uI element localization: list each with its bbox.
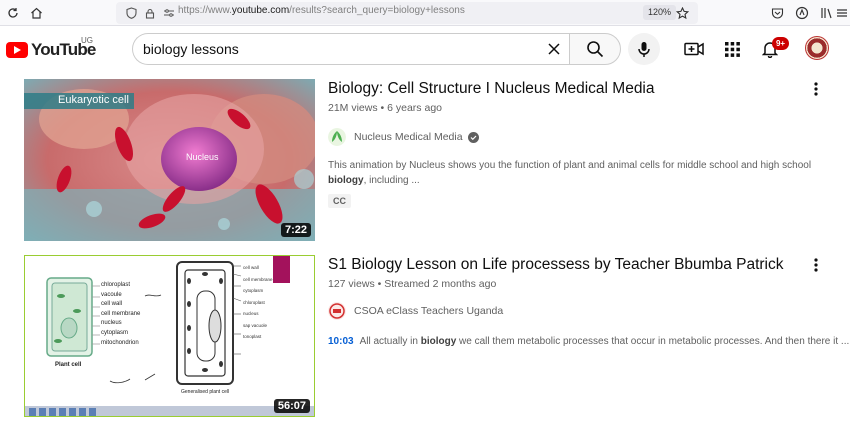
library-icon[interactable] <box>817 4 835 22</box>
search-button[interactable] <box>569 33 621 65</box>
video-description: This animation by Nucleus shows you the … <box>328 160 812 186</box>
shield-icon[interactable] <box>122 4 140 22</box>
home-icon[interactable] <box>27 4 45 22</box>
microphone-icon <box>638 41 650 57</box>
youtube-play-icon <box>6 42 28 58</box>
lock-icon[interactable] <box>141 4 159 22</box>
thumbnail-right-labels: cell wall cell membrane cytoplasm chloro… <box>243 265 273 339</box>
video-info: S1 Biology Lesson on Life processess by … <box>328 255 849 349</box>
more-actions-icon[interactable] <box>808 79 824 99</box>
clear-search-icon[interactable] <box>546 41 562 57</box>
video-thumbnail[interactable]: Eukaryotic cell Nucleus 7:22 <box>24 79 315 241</box>
user-avatar[interactable] <box>805 36 829 60</box>
search-input[interactable] <box>143 41 533 57</box>
bookmark-star-icon[interactable] <box>673 4 691 22</box>
thumbnail-caption: Plant cell <box>55 362 82 368</box>
more-actions-icon[interactable] <box>808 255 824 275</box>
menu-icon[interactable] <box>835 4 849 22</box>
search-box <box>132 33 570 65</box>
channel-avatar[interactable] <box>328 128 346 146</box>
country-code: UG <box>81 36 93 45</box>
upload-age: Streamed 2 months ago <box>384 278 497 290</box>
video-thumbnail[interactable]: chloroplast vacoule cell wall cell membr… <box>24 255 315 417</box>
video-info: Biology: Cell Structure I Nucleus Medica… <box>328 79 828 209</box>
video-description: 10:03 All actually in biology we call the… <box>328 336 850 347</box>
video-duration: 7:22 <box>280 223 311 237</box>
url-text[interactable]: https://www.youtube.com/results?search_q… <box>178 5 465 16</box>
verified-check-icon <box>467 131 479 143</box>
video-metadata: 127 views • Streamed 2 months ago <box>328 278 497 290</box>
channel-row[interactable]: CSOA eClass Teachers Uganda <box>328 302 828 320</box>
view-count: 127 views <box>328 278 375 290</box>
channel-name[interactable]: CSOA eClass Teachers Uganda <box>354 305 503 317</box>
channel-row[interactable]: Nucleus Medical Media <box>328 128 828 146</box>
video-title[interactable]: S1 Biology Lesson on Life processess by … <box>328 255 828 275</box>
chapter-timestamp[interactable]: 10:03 <box>328 336 354 347</box>
create-video-icon[interactable] <box>683 38 705 60</box>
permissions-icon[interactable] <box>160 4 178 22</box>
thumbnail-label: Eukaryotic cell <box>58 94 129 106</box>
view-count: 21M views <box>328 102 378 114</box>
voice-search-button[interactable] <box>628 33 660 65</box>
account-sync-icon[interactable] <box>793 4 811 22</box>
youtube-header: YouTube UG 9+ <box>0 26 850 72</box>
browser-toolbar: https://www.youtube.com/results?search_q… <box>0 0 850 26</box>
search-icon <box>587 41 604 58</box>
video-result[interactable]: Eukaryotic cell Nucleus 7:22 Biology: Ce… <box>24 79 834 241</box>
notification-count-badge: 9+ <box>772 37 789 50</box>
video-duration: 56:07 <box>273 399 310 413</box>
reload-icon[interactable] <box>4 4 22 22</box>
channel-name[interactable]: Nucleus Medical Media <box>354 131 463 143</box>
channel-avatar[interactable] <box>328 302 346 320</box>
thumbnail-inner-label: Nucleus <box>186 152 219 162</box>
video-result[interactable]: chloroplast vacoule cell wall cell membr… <box>24 255 849 417</box>
apps-grid-icon[interactable] <box>721 38 743 60</box>
video-title[interactable]: Biology: Cell Structure I Nucleus Medica… <box>328 79 828 99</box>
pocket-icon[interactable] <box>768 4 786 22</box>
thumbnail-left-labels: chloroplast vacoule cell wall cell membr… <box>101 282 141 346</box>
thumbnail-caption2: Generalised plant cell <box>181 389 230 395</box>
video-metadata: 21M views • 6 years ago <box>328 102 442 114</box>
upload-age: 6 years ago <box>387 102 442 114</box>
zoom-level[interactable]: 120% <box>643 5 677 20</box>
closed-captions-badge: CC <box>328 194 351 208</box>
